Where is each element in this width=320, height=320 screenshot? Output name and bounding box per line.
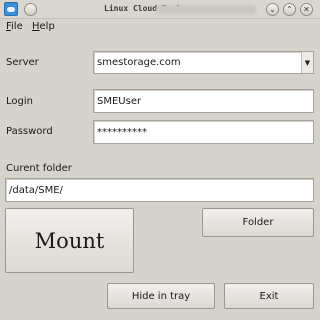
menu-bar: File Help <box>0 19 320 35</box>
exit-button-label: Exit <box>259 290 279 302</box>
title-redacted-area <box>156 5 256 14</box>
exit-button[interactable]: Exit <box>224 283 314 309</box>
current-folder-input[interactable]: /data/SME/ <box>5 178 314 202</box>
server-label: Server <box>6 57 39 68</box>
hide-in-tray-button[interactable]: Hide in tray <box>107 283 215 309</box>
current-folder-value: /data/SME/ <box>9 184 63 196</box>
login-input[interactable]: SMEUser <box>93 89 314 113</box>
title-bar: Linux Cloud Tools ⌄ ⌃ ✕ <box>0 0 320 19</box>
current-folder-label: Curent folder <box>6 163 72 174</box>
folder-button-label: Folder <box>242 217 274 228</box>
close-icon: ✕ <box>303 5 310 14</box>
login-label: Login <box>6 96 33 107</box>
menu-file[interactable]: File <box>6 21 23 32</box>
minimize-button[interactable]: ⌄ <box>266 3 279 16</box>
close-button[interactable]: ✕ <box>300 3 313 16</box>
maximize-button[interactable]: ⌃ <box>283 3 296 16</box>
chevron-up-icon: ⌃ <box>286 5 293 14</box>
chevron-down-icon: ⌄ <box>269 5 276 14</box>
hide-in-tray-label: Hide in tray <box>131 290 191 302</box>
chevron-down-icon[interactable]: ▼ <box>301 52 313 73</box>
menu-help[interactable]: Help <box>32 21 55 32</box>
password-label: Password <box>6 126 53 137</box>
server-value: smestorage.com <box>97 57 181 68</box>
mount-button-label: Mount <box>34 228 105 253</box>
password-input[interactable]: ********** <box>93 120 314 144</box>
mount-button[interactable]: Mount <box>5 208 134 273</box>
password-value: ********** <box>97 126 147 138</box>
folder-button[interactable]: Folder <box>202 208 314 237</box>
server-select[interactable]: smestorage.com ▼ <box>93 51 314 74</box>
login-value: SMEUser <box>97 95 142 107</box>
